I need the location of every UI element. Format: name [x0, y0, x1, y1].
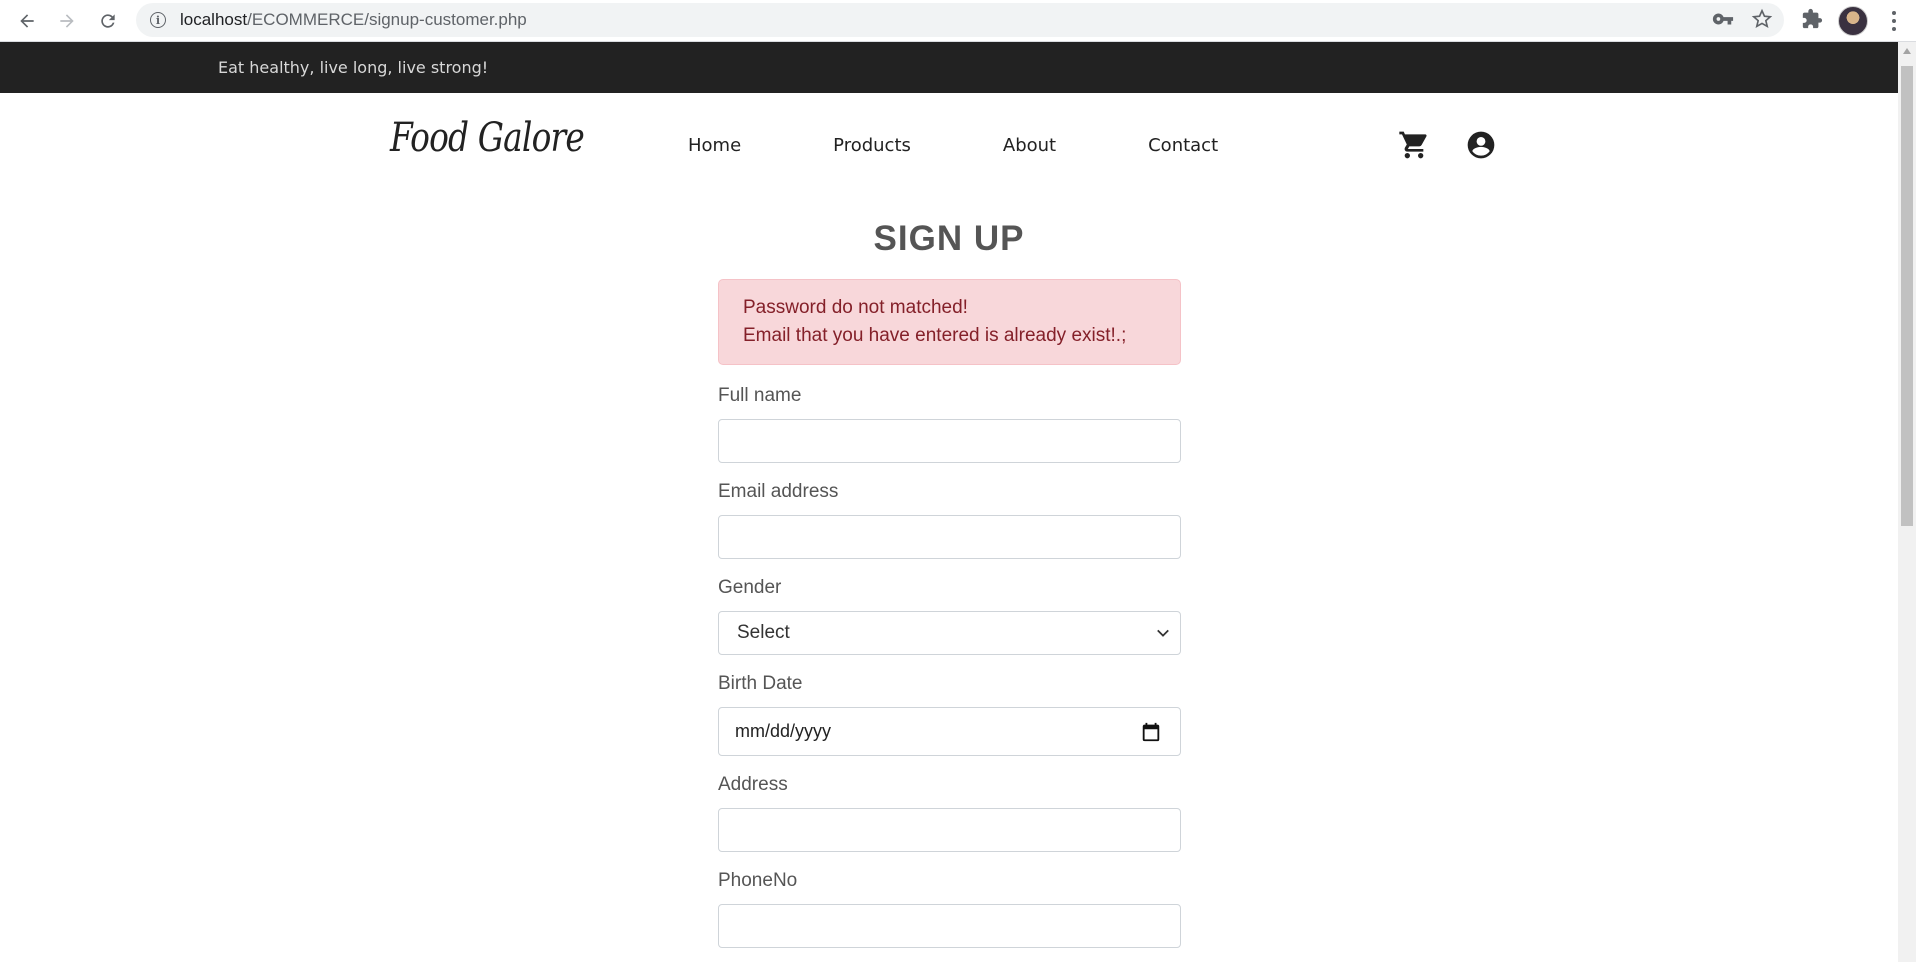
calendar-icon[interactable]	[1140, 721, 1162, 743]
signup-form: Password do not matched! Email that you …	[718, 279, 1181, 948]
site-logo[interactable]: Food Galore	[390, 115, 585, 161]
phone-input[interactable]	[718, 904, 1181, 948]
profile-avatar[interactable]	[1838, 6, 1868, 36]
cart-icon[interactable]	[1398, 129, 1430, 166]
address-label: Address	[718, 774, 788, 795]
main-nav: Home Products About Contact	[688, 135, 1310, 156]
nav-home-link[interactable]: Home	[688, 135, 741, 156]
email-label: Email address	[718, 481, 839, 502]
back-button[interactable]	[12, 6, 42, 36]
phone-label: PhoneNo	[718, 870, 798, 891]
fullname-label: Full name	[718, 385, 802, 406]
birthdate-placeholder: mm/dd/yyyy	[735, 721, 832, 741]
gender-select[interactable]: Select	[718, 611, 1181, 655]
nav-products-link[interactable]: Products	[833, 135, 911, 156]
account-icon[interactable]	[1465, 129, 1497, 166]
page-title: SIGN UP	[873, 219, 1025, 258]
address-input[interactable]	[718, 808, 1181, 852]
site-header: Food Galore Home Products About Contact	[0, 93, 1898, 197]
url-text: localhost/ECOMMERCE/signup-customer.php	[180, 10, 527, 29]
chevron-down-icon	[1157, 629, 1169, 637]
alert-message: Email that you have entered is already e…	[743, 325, 1127, 346]
nav-about-link[interactable]: About	[1003, 135, 1056, 156]
browser-menu-icon[interactable]	[1886, 9, 1902, 33]
bookmark-star-icon[interactable]	[1751, 8, 1773, 35]
page-content: Eat healthy, live long, live strong! Foo…	[0, 42, 1898, 962]
forward-arrow-icon	[60, 14, 74, 28]
gender-selected-value: Select	[737, 622, 790, 643]
forward-button[interactable]	[52, 6, 82, 36]
scrollbar-thumb[interactable]	[1901, 66, 1913, 526]
reload-icon	[101, 14, 115, 28]
nav-contact-link[interactable]: Contact	[1148, 135, 1218, 156]
gender-label: Gender	[718, 577, 782, 598]
birthdate-label: Birth Date	[718, 673, 803, 694]
browser-toolbar: i localhost/ECOMMERCE/signup-customer.ph…	[0, 0, 1916, 42]
back-arrow-icon	[20, 14, 34, 28]
email-input[interactable]	[718, 515, 1181, 559]
key-icon[interactable]	[1712, 8, 1734, 35]
reload-button[interactable]	[93, 6, 123, 36]
tagline-text: Eat healthy, live long, live strong!	[218, 58, 489, 77]
address-bar[interactable]: i localhost/ECOMMERCE/signup-customer.ph…	[136, 3, 1784, 37]
fullname-input[interactable]	[718, 419, 1181, 463]
error-alert: Password do not matched! Email that you …	[718, 279, 1181, 365]
announcement-bar: Eat healthy, live long, live strong!	[0, 42, 1898, 93]
scroll-up-icon[interactable]	[1903, 48, 1911, 54]
page-scrollbar[interactable]	[1898, 42, 1916, 962]
birthdate-input[interactable]: mm/dd/yyyy	[718, 707, 1181, 756]
site-info-icon[interactable]: i	[150, 12, 166, 28]
alert-message: Password do not matched!	[743, 297, 968, 318]
extensions-icon[interactable]	[1801, 8, 1823, 35]
